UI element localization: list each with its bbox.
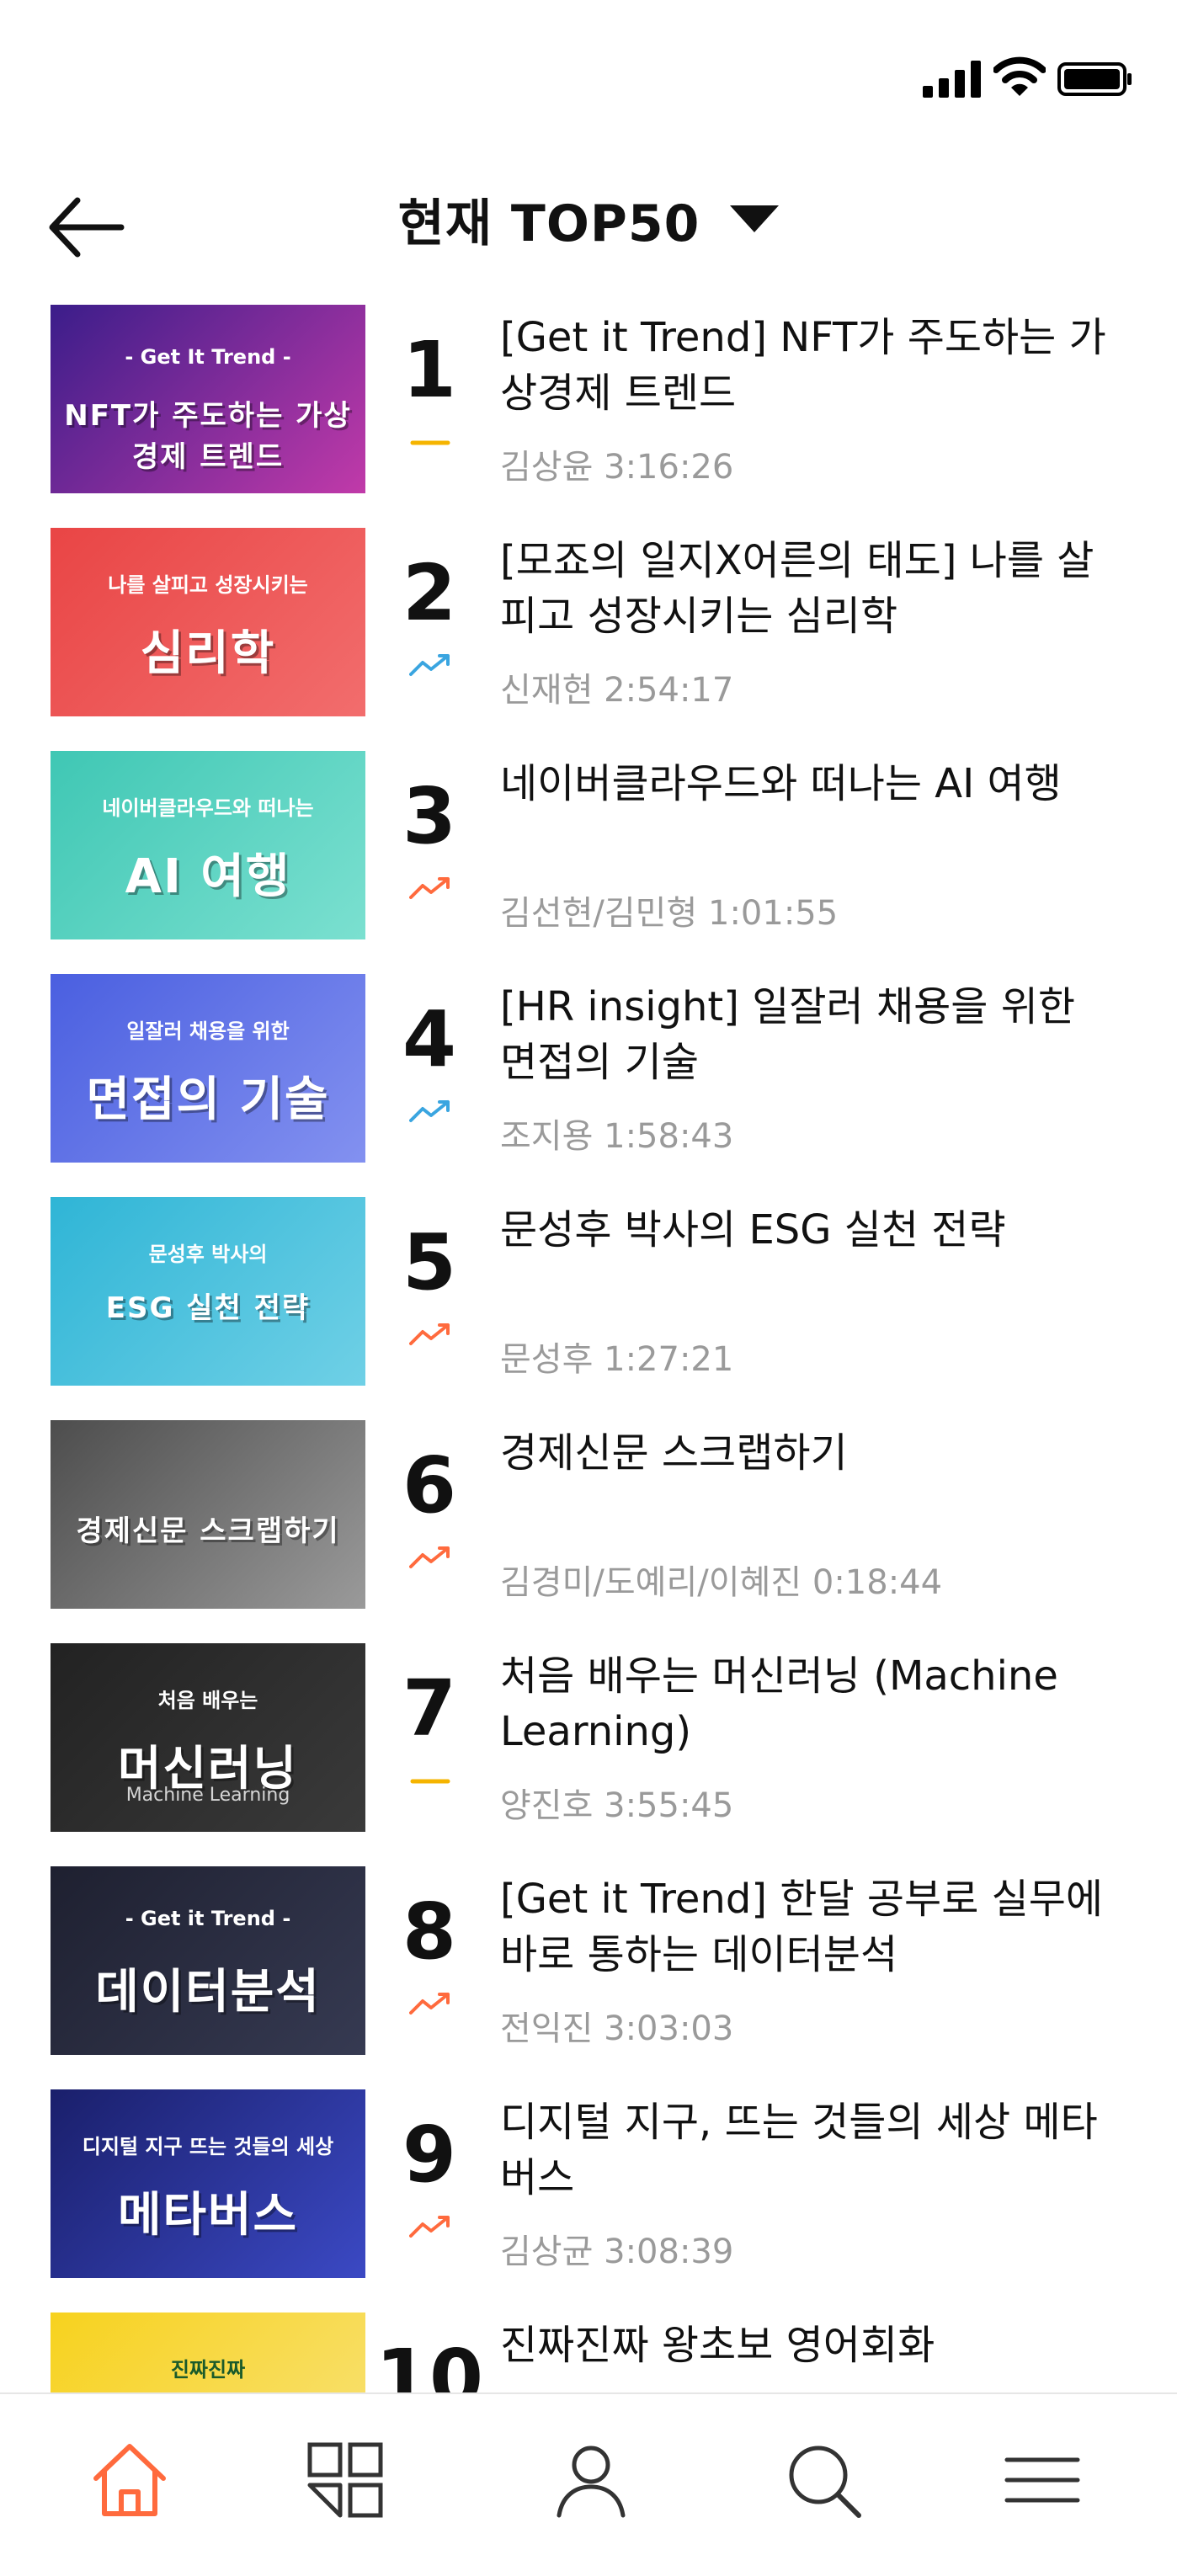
thumbnail-text: 처음 배우는 [157, 1689, 258, 1712]
ranking-row[interactable]: 디지털 지구 뜨는 것들의 세상메타버스 9 디지털 지구, 뜨는 것들의 세상 메… [0, 2089, 1177, 2312]
menu-icon[interactable] [1002, 2440, 1083, 2520]
thumbnail-text: 진짜진짜 [170, 2358, 246, 2382]
ranking-dropdown[interactable]: 현재 TOP50 [0, 177, 1177, 261]
page-title: 현재 TOP50 [397, 194, 700, 253]
instructor-duration: 전익진 3:03:03 [500, 2009, 734, 2048]
instructor-duration: 김상윤 3:16:26 [500, 448, 734, 487]
course-title: 경제신문 스크랩하기 [500, 1429, 848, 1477]
ranking-row[interactable]: 네이버클라우드와 떠나는 AI 여행 3 네이버클라우드와 떠나는 AI 여행김선현/… [0, 751, 1177, 973]
course-title: [모죠의 일지X어른의 태도] 나를 살피고 성장시키는 심리학 [500, 537, 1094, 640]
thumbnail-text: NFT가 주도하는 가상경제 트렌드 [64, 399, 352, 474]
user-icon[interactable] [551, 2440, 631, 2520]
triangle-down-icon [730, 205, 780, 232]
thumbnail-text: AI 여행 [125, 849, 291, 904]
ranking-row[interactable]: 나를 살피고 성장시키는심리학 2 [모죠의 일지X어른의 태도] 나를 살피고 성… [0, 528, 1177, 750]
thumbnail-text: Machine Learning [125, 1785, 290, 1806]
category-grid-icon[interactable] [305, 2440, 386, 2520]
trend-same-icon [410, 1779, 450, 1784]
trend-up-icon [409, 1546, 450, 1568]
instructor-duration: 김선현/김민형 1:01:55 [500, 894, 839, 933]
rank-number: 2 [402, 548, 456, 638]
thumbnail-text: - Get It Trend - [125, 345, 291, 369]
instructor-duration: 김상균 3:08:39 [500, 2233, 734, 2271]
trend-up-icon [409, 1323, 450, 1345]
course-thumbnail: 일잘러 채용을 위한면접의 기술 [51, 974, 365, 1163]
course-thumbnail: 진짜진짜왕초보 [51, 2313, 365, 2392]
ranking-row[interactable]: 처음 배우는 머신러닝 Machine Learning 7 처음 배우는 머신러닝 (… [0, 1643, 1177, 1865]
course-title: [Get it Trend] NFT가 주도하는 가상경제 트렌드 [500, 314, 1106, 417]
thumbnail-text: 나를 살피고 성장시키는 [108, 573, 308, 597]
instructor-duration: 신재현 2:54:17 [500, 671, 734, 710]
thumbnail-text: 메타버스 [117, 2188, 299, 2243]
bottom-nav [0, 2392, 1177, 2576]
course-thumbnail: 나를 살피고 성장시키는심리학 [51, 528, 365, 716]
home-icon[interactable] [89, 2440, 170, 2520]
course-thumbnail: - Get It Trend - NFT가 주도하는 가상경제 트렌드 [51, 305, 365, 493]
rank-number: 8 [402, 1887, 456, 1977]
trend-up-icon [409, 877, 450, 899]
trend-up-icon [409, 1993, 450, 2014]
rank-number: 4 [402, 994, 456, 1084]
instructor-duration: 문성후 1:27:21 [500, 1340, 734, 1379]
thumbnail-text: - Get it Trend - [125, 1907, 291, 1930]
rank-number: 3 [402, 771, 456, 861]
course-thumbnail: 문성후 박사의 ESG 실천 전략 [51, 1197, 365, 1386]
cell-signal-icon [923, 61, 981, 98]
ranking-list: - Get It Trend - NFT가 주도하는 가상경제 트렌드 1 [Get … [0, 305, 1177, 2392]
rank-number: 9 [402, 2110, 456, 2200]
ranking-row[interactable]: 진짜진짜왕초보10 진짜진짜 왕초보 영어회화 [0, 2313, 1177, 2392]
thumbnail-text: 경제신문 스크랩하기 [76, 1514, 340, 1548]
thumbnail-text: 일잘러 채용을 위한 [126, 1019, 290, 1043]
thumbnail-text: 디지털 지구 뜨는 것들의 세상 [82, 2135, 334, 2158]
ranking-row[interactable]: - Get It Trend - NFT가 주도하는 가상경제 트렌드 1 [Get … [0, 305, 1177, 527]
top-bar: 현재 TOP50 [0, 152, 1177, 286]
ranking-row[interactable]: 일잘러 채용을 위한면접의 기술 4 [HR insight] 일잘러 채용을 위한… [0, 974, 1177, 1196]
rank-number: 5 [402, 1217, 456, 1307]
course-thumbnail: 네이버클라우드와 떠나는 AI 여행 [51, 751, 365, 939]
course-title: [HR insight] 일잘러 채용을 위한 면접의 기술 [500, 983, 1076, 1086]
course-thumbnail: 디지털 지구 뜨는 것들의 세상메타버스 [51, 2089, 365, 2278]
thumbnail-text: ESG 실천 전략 [105, 1291, 311, 1325]
trend-down-icon [409, 654, 450, 676]
instructor-duration: 김경미/도예리/이혜진 0:18:44 [500, 1563, 943, 1602]
course-title: 처음 배우는 머신러닝 (Machine Learning) [500, 1653, 1058, 1755]
thumbnail-text: 네이버클라우드와 떠나는 [102, 796, 314, 820]
thumbnail-text: 면접의 기술 [86, 1072, 330, 1127]
thumbnail-text: 문성후 박사의 [148, 1243, 268, 1266]
instructor-duration: 조지용 1:58:43 [500, 1117, 734, 1156]
rank-number: 6 [402, 1440, 456, 1530]
course-title: 네이버클라우드와 떠나는 AI 여행 [500, 760, 1062, 807]
ranking-row[interactable]: 문성후 박사의 ESG 실천 전략 5 문성후 박사의 ESG 실천 전략문성후 1:… [0, 1197, 1177, 1419]
course-title: 디지털 지구, 뜨는 것들의 세상 메타버스 [500, 2099, 1098, 2201]
status-bar [0, 0, 1177, 152]
thumbnail-text: 심리학 [140, 626, 276, 681]
search-icon[interactable] [783, 2440, 864, 2520]
ranking-row[interactable]: - Get it Trend - 데이터분석 8 [Get it Trend] 한달 … [0, 1866, 1177, 2089]
trend-same-icon [410, 440, 450, 445]
rank-number: 1 [402, 325, 456, 415]
course-title: [Get it Trend] 한달 공부로 실무에 바로 통하는 데이터분석 [500, 1876, 1104, 1978]
course-title: 진짜진짜 왕초보 영어회화 [500, 2322, 935, 2369]
instructor-duration: 양진호 3:55:45 [500, 1786, 734, 1825]
rank-number: 10 [375, 2333, 484, 2393]
course-thumbnail: 처음 배우는 머신러닝 Machine Learning [51, 1643, 365, 1832]
rank-number: 7 [402, 1663, 456, 1754]
course-thumbnail: 경제신문 스크랩하기 [51, 1420, 365, 1609]
ranking-row[interactable]: 경제신문 스크랩하기 6 경제신문 스크랩하기김경미/도예리/이혜진 0:18:44 [0, 1420, 1177, 1642]
trend-up-icon [409, 2216, 450, 2238]
course-title: 문성후 박사의 ESG 실천 전략 [500, 1206, 1006, 1253]
battery-icon [1057, 62, 1132, 96]
thumbnail-text: 데이터분석 [95, 1965, 321, 2020]
course-thumbnail: - Get it Trend - 데이터분석 [51, 1866, 365, 2055]
wifi-icon [993, 56, 1046, 96]
trend-down-icon [409, 1100, 450, 1122]
